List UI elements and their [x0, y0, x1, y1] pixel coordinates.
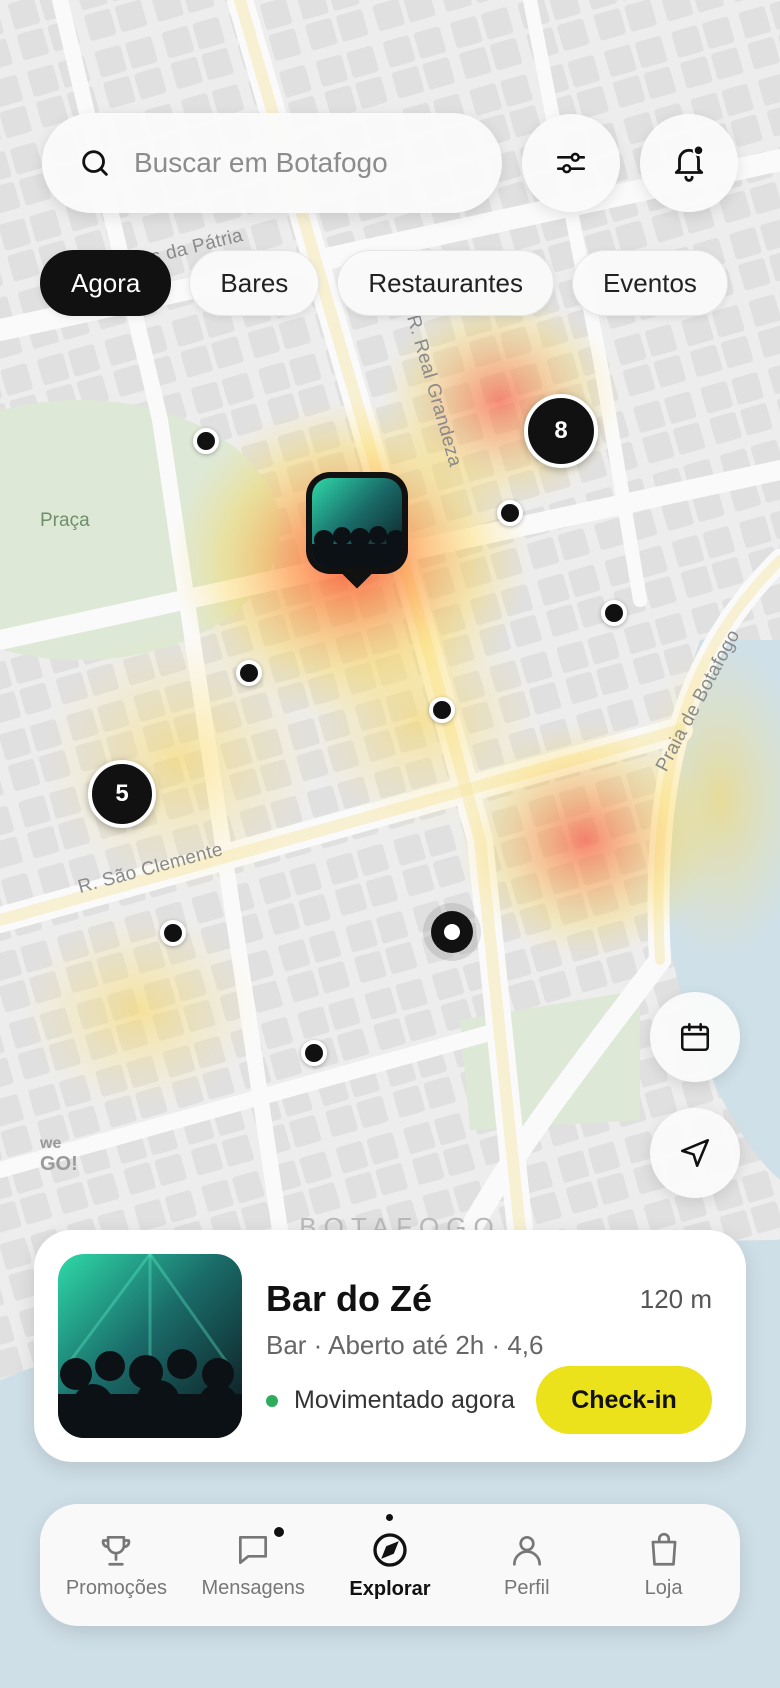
venue-status-text: Movimentado agora	[294, 1386, 515, 1414]
bottom-nav: Promoções Mensagens Explorar Perfil Loja	[40, 1504, 740, 1626]
user-icon	[512, 1535, 541, 1566]
navigation-arrow-icon	[680, 1138, 710, 1168]
unread-badge	[272, 1524, 287, 1539]
nav-label: Mensagens	[201, 1576, 305, 1599]
venue-name: Bar do Zé	[266, 1278, 433, 1319]
locate-me-button[interactable]	[650, 1108, 740, 1198]
chip-eventos[interactable]: Eventos	[571, 250, 728, 316]
filter-chips: Agora Bares Restaurantes Eventos	[40, 250, 728, 316]
chat-icon	[239, 1535, 268, 1564]
chip-bares[interactable]: Bares	[189, 250, 320, 316]
compass-icon	[373, 1532, 407, 1567]
nav-item-mensagens[interactable]: Mensagens	[186, 1524, 320, 1600]
venue-marker[interactable]	[160, 920, 186, 946]
venue-distance: 120 m	[639, 1284, 712, 1314]
venue-marker[interactable]	[236, 660, 262, 686]
nav-item-promocoes[interactable]: Promoções	[49, 1531, 183, 1600]
venue-status: Movimentado agora	[266, 1386, 515, 1415]
filter-button[interactable]	[522, 114, 620, 212]
chip-restaurantes[interactable]: Restaurantes	[337, 250, 554, 316]
venue-details: Bar · Aberto até 2h · 4,6	[266, 1330, 544, 1360]
crowd-photo-icon	[58, 1254, 242, 1438]
nav-label: Promoções	[65, 1576, 167, 1599]
venue-photo	[58, 1254, 242, 1438]
venue-marker[interactable]	[497, 500, 523, 526]
bell-icon	[674, 144, 705, 182]
user-location-marker	[431, 911, 473, 953]
sliders-icon	[556, 152, 586, 174]
nav-label: Explorar	[349, 1577, 431, 1600]
status-dot-icon	[266, 1394, 278, 1407]
nav-item-explorar[interactable]: Explorar	[323, 1513, 457, 1601]
venue-marker[interactable]	[601, 600, 627, 626]
selected-venue-pin[interactable]	[306, 472, 408, 589]
search-icon	[82, 150, 108, 176]
venue-marker[interactable]	[193, 428, 219, 454]
nav-item-loja[interactable]: Loja	[597, 1531, 731, 1600]
cluster-marker[interactable]: 8	[524, 394, 598, 468]
nav-label: Perfil	[503, 1576, 550, 1599]
search-bar[interactable]	[42, 113, 502, 213]
active-indicator	[386, 1513, 394, 1521]
park-label: Praça	[40, 510, 90, 531]
venue-card[interactable]: Bar do Zé 120 m Bar · Aberto até 2h · 4,…	[34, 1230, 746, 1462]
trophy-icon	[102, 1535, 131, 1566]
checkin-button[interactable]: Check-in	[536, 1366, 712, 1434]
nav-item-perfil[interactable]: Perfil	[460, 1531, 594, 1600]
venue-marker[interactable]	[429, 697, 455, 723]
crowd-photo-icon	[312, 478, 402, 568]
search-input[interactable]	[134, 147, 454, 179]
bag-icon	[651, 1532, 677, 1566]
nav-label: Loja	[644, 1576, 683, 1599]
notifications-button[interactable]	[640, 114, 738, 212]
calendar-icon	[680, 1022, 710, 1052]
app-logo: we GO!	[40, 1135, 78, 1175]
chip-agora[interactable]: Agora	[40, 250, 172, 316]
venue-marker[interactable]	[301, 1040, 327, 1066]
cluster-marker[interactable]: 5	[88, 760, 156, 828]
calendar-button[interactable]	[650, 992, 740, 1082]
